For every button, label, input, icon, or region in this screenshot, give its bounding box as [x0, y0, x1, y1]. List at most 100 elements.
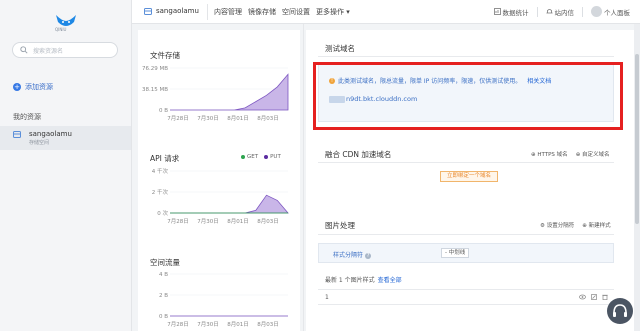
api-chart: 4 千次 2 千次 0 次7月28日 7月30日 8月01日 8月03日 — [152, 167, 289, 225]
bucket-type: 存储空间 — [29, 140, 50, 146]
style-row-actions — [579, 294, 608, 300]
separator-row: 样式分隔符? - 中划线 — [318, 243, 614, 263]
logo-caption: QINIU — [55, 27, 67, 32]
column-divider — [303, 24, 304, 331]
messages-link[interactable]: 站内信 — [545, 7, 575, 17]
edit-icon[interactable] — [591, 294, 597, 300]
image-processing-title: 图片处理 — [325, 221, 355, 230]
api-series-put — [170, 194, 289, 214]
new-style-button[interactable]: ⊕ 新建样式 — [582, 221, 610, 229]
eye-icon[interactable] — [579, 294, 586, 300]
stats-link[interactable]: 数据统计 — [493, 7, 529, 17]
current-bucket-name: sangaolamu — [156, 7, 199, 15]
storage-xtick: 7月28日 — [167, 115, 189, 122]
messages-label: 站内信 — [554, 8, 575, 17]
support-button[interactable] — [607, 298, 633, 324]
bucket-icon — [13, 131, 21, 138]
qiniu-logo[interactable]: QINIU — [52, 12, 80, 34]
style-name: 1 — [325, 294, 329, 301]
storage-ytick: 38.15 MB — [142, 87, 168, 93]
legend-dot-put — [264, 154, 269, 159]
tab-content-management[interactable]: 内容管理 — [214, 7, 242, 17]
sidebar: QINIU 搜索资源名 + 添加资源 我的资源 sangaolamu 存储空间 — [0, 0, 132, 331]
separator-label: 样式分隔符? — [333, 250, 372, 259]
stats-label: 数据统计 — [502, 8, 529, 17]
https-domain-label: HTTPS 域名 — [537, 152, 568, 158]
add-resource-label: 添加资源 — [25, 83, 53, 91]
help-icon[interactable]: ? — [365, 253, 372, 259]
test-domain-title: 测试域名 — [325, 44, 355, 53]
api-ytick: 2 千次 — [152, 188, 169, 196]
legend-put: PUT — [264, 154, 281, 160]
recent-styles-text: 最新 1 个图片样式 — [325, 277, 375, 284]
top-navigation: sangaolamu 内容管理 镜像存储 空间设置 更多操作 ▾ 数据统计 站内… — [132, 0, 640, 24]
user-panel-link[interactable]: 个人面板 — [591, 6, 630, 17]
highlight-box — [313, 62, 623, 130]
separator-value[interactable]: - 中划线 — [441, 248, 470, 258]
legend-get-label: GET — [247, 154, 259, 160]
nav-right: 数据统计 站内信 个人面板 — [493, 6, 630, 17]
traffic-xtick: 7月30日 — [197, 321, 219, 328]
nav-tabs: 内容管理 镜像存储 空间设置 更多操作 ▾ — [214, 7, 350, 17]
legend-dot-get — [241, 154, 245, 159]
legend-get: GET — [241, 154, 258, 160]
logo-icon — [56, 15, 76, 26]
bucket-icon — [144, 8, 152, 15]
divider — [207, 4, 208, 20]
legend-put-label: PUT — [270, 154, 281, 160]
chart-icon — [493, 8, 501, 15]
my-resources-heading: 我的资源 — [13, 113, 41, 121]
traffic-xtick: 8月01日 — [227, 321, 249, 328]
api-xtick: 7月28日 — [167, 218, 189, 225]
api-ytick: 4 千次 — [152, 167, 169, 175]
cdn-title: 融合 CDN 加速域名 — [325, 150, 392, 159]
traffic-ytick: 0 B — [159, 314, 168, 320]
divider — [536, 6, 538, 17]
divider — [318, 162, 614, 163]
scrollbar[interactable] — [634, 24, 640, 331]
new-style-label: 新建样式 — [588, 223, 611, 229]
divider — [582, 6, 583, 17]
add-resource-button[interactable]: + 添加资源 — [13, 82, 53, 92]
avatar — [591, 6, 602, 17]
tab-more-actions[interactable]: 更多操作 ▾ — [316, 7, 350, 17]
user-panel-label: 个人面板 — [604, 8, 630, 17]
separator-label-text: 样式分隔符 — [333, 252, 364, 259]
storage-xtick: 8月01日 — [227, 115, 249, 122]
tab-space-settings[interactable]: 空间设置 — [282, 7, 310, 17]
search-icon — [20, 46, 28, 54]
bind-domain-button[interactable]: 立即绑定一个域名 — [440, 171, 498, 182]
traffic-ytick: 2 B — [159, 293, 168, 299]
storage-ytick: 76.29 MB — [142, 66, 168, 72]
add-https-domain[interactable]: ⊕ HTTPS 域名 — [531, 150, 568, 158]
storage-xtick: 7月30日 — [197, 115, 219, 122]
image-actions: ⚙ 设置分隔符 ⊕ 新建样式 — [540, 221, 611, 229]
scrollbar-thumb[interactable] — [635, 54, 639, 224]
search-box[interactable]: 搜索资源名 — [12, 42, 118, 58]
api-ytick: 0 次 — [157, 209, 168, 217]
custom-domain-label: 自定义域名 — [582, 152, 610, 158]
api-xtick: 7月30日 — [197, 218, 219, 225]
add-custom-domain[interactable]: ⊕ 自定义域名 — [576, 150, 610, 158]
cdn-actions: ⊕ HTTPS 域名 ⊕ 自定义域名 — [531, 150, 610, 158]
divider — [318, 234, 614, 235]
bucket-name: sangaolamu — [29, 130, 72, 138]
api-legend: GET PUT — [241, 154, 281, 160]
api-xtick: 8月01日 — [227, 218, 249, 225]
sidebar-item-bucket[interactable]: sangaolamu 存储空间 — [0, 126, 131, 150]
divider — [318, 56, 614, 57]
plus-icon: + — [13, 83, 21, 91]
tab-mirror-storage[interactable]: 镜像存储 — [248, 7, 276, 17]
search-placeholder: 搜索资源名 — [33, 48, 64, 55]
traffic-ytick: 4 B — [159, 272, 168, 278]
set-separator-label: 设置分隔符 — [546, 223, 575, 229]
traffic-chart: 4 B 2 B 0 B7月28日 7月30日 8月01日 8月03日 — [159, 272, 288, 328]
recent-styles: 最新 1 个图片样式 查看全部 — [325, 275, 402, 284]
view-all-link[interactable]: 查看全部 — [378, 277, 402, 284]
headset-icon — [613, 304, 627, 317]
storage-series-storage — [170, 73, 289, 111]
set-separator-button[interactable]: ⚙ 设置分隔符 — [540, 221, 574, 229]
storage-xtick: 8月03日 — [257, 115, 279, 122]
style-row: 1 — [318, 289, 614, 305]
traffic-xtick: 7月28日 — [167, 321, 189, 328]
